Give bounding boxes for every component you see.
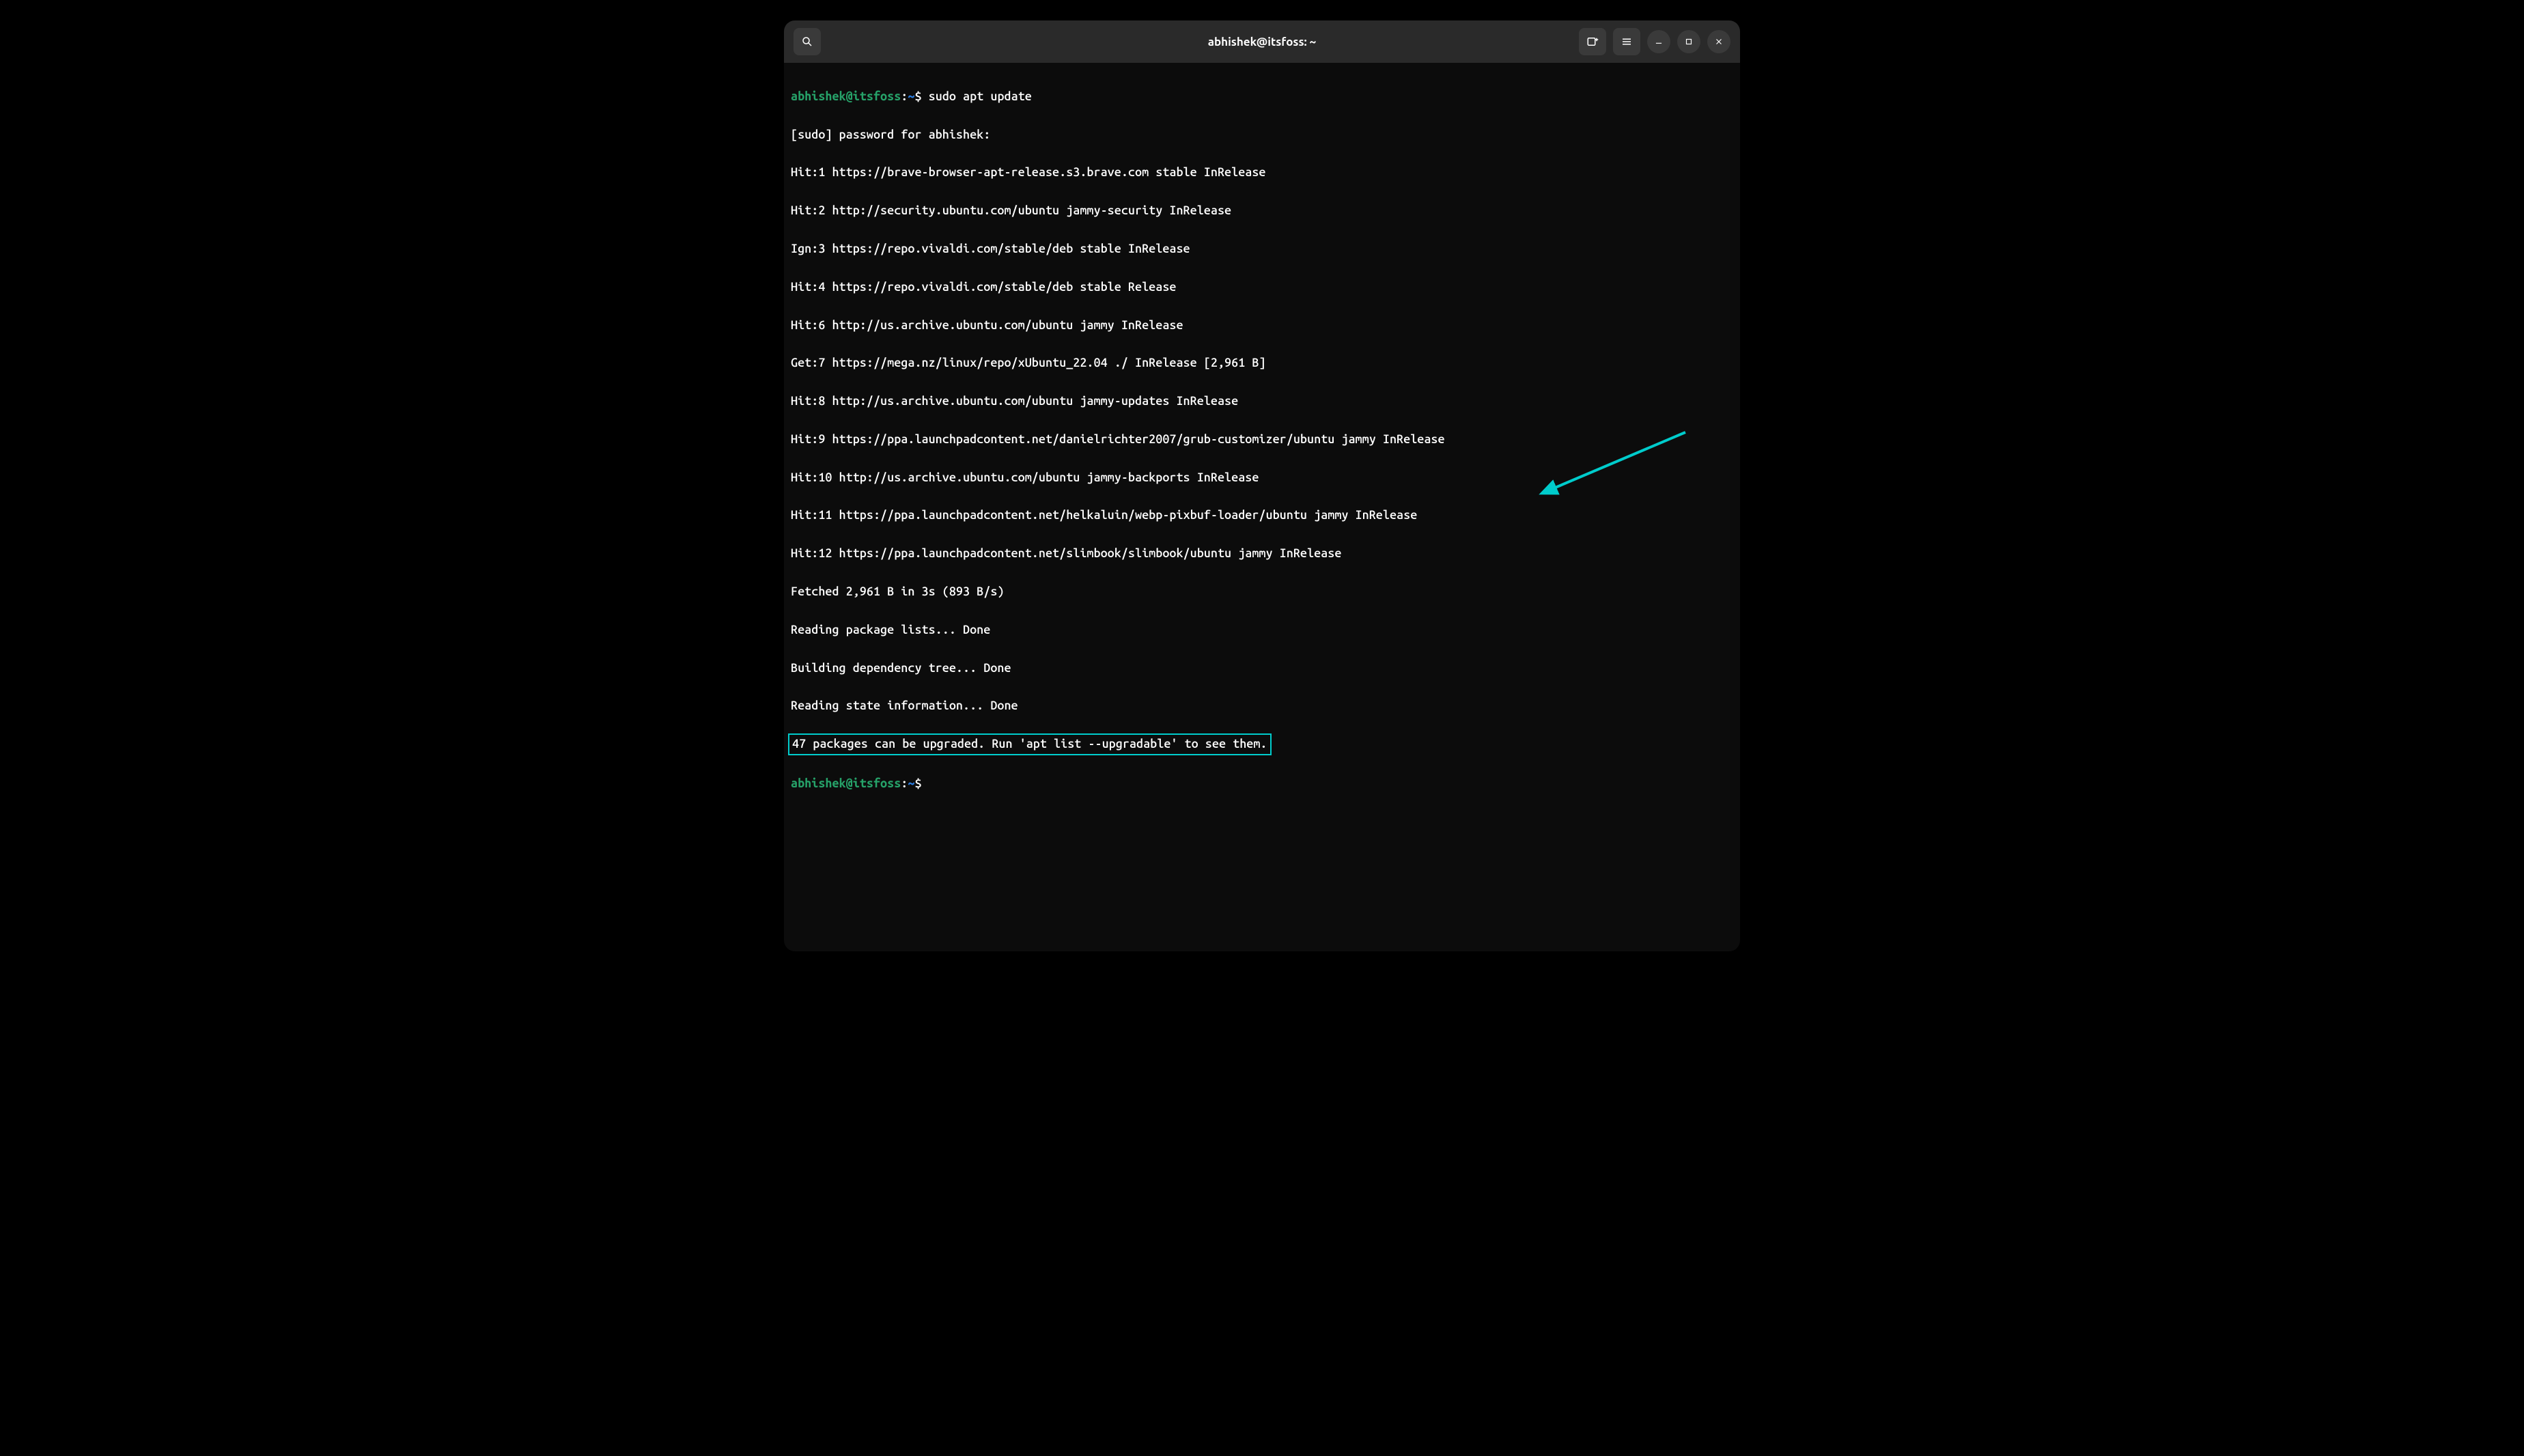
minimize-button[interactable]	[1647, 30, 1670, 53]
output-line: Hit:1 https://brave-browser-apt-release.…	[791, 163, 1733, 182]
prompt-user-host: abhishek@itsfoss	[791, 89, 901, 103]
output-line: Hit:10 http://us.archive.ubuntu.com/ubun…	[791, 468, 1733, 488]
prompt-user-host: abhishek@itsfoss	[791, 776, 901, 790]
prompt-line-1: abhishek@itsfoss:~$ sudo apt update	[791, 87, 1733, 107]
output-line: Building dependency tree... Done	[791, 659, 1733, 678]
output-line: Hit:4 https://repo.vivaldi.com/stable/de…	[791, 278, 1733, 297]
terminal-body[interactable]: abhishek@itsfoss:~$ sudo apt update [sud…	[784, 63, 1740, 951]
output-line: Get:7 https://mega.nz/linux/repo/xUbuntu…	[791, 354, 1733, 373]
annotation-arrow	[1494, 403, 1699, 522]
hamburger-menu-button[interactable]	[1613, 28, 1640, 55]
prompt-symbol: $	[914, 776, 921, 790]
output-line: Hit:11 https://ppa.launchpadcontent.net/…	[791, 506, 1733, 525]
output-line: Fetched 2,961 B in 3s (893 B/s)	[791, 583, 1733, 602]
hamburger-icon	[1621, 36, 1633, 48]
output-line: [sudo] password for abhishek:	[791, 126, 1733, 145]
highlight-box: 47 packages can be upgraded. Run 'apt li…	[788, 733, 1272, 755]
new-tab-icon	[1586, 36, 1599, 48]
maximize-icon	[1684, 37, 1694, 46]
close-button[interactable]	[1707, 30, 1730, 53]
window-title: abhishek@itsfoss: ~	[1208, 36, 1317, 48]
prompt-path: ~	[908, 89, 914, 103]
output-line: Hit:9 https://ppa.launchpadcontent.net/d…	[791, 430, 1733, 449]
output-line: Hit:12 https://ppa.launchpadcontent.net/…	[791, 544, 1733, 563]
command-text: sudo apt update	[929, 89, 1032, 103]
maximize-button[interactable]	[1677, 30, 1700, 53]
terminal-window: abhishek@itsfoss: ~ abhishek@itsfoss:~$ …	[784, 20, 1740, 951]
prompt-separator: :	[901, 776, 908, 790]
minimize-icon	[1654, 37, 1664, 46]
close-icon	[1714, 37, 1724, 46]
prompt-path: ~	[908, 776, 914, 790]
output-line: Reading package lists... Done	[791, 621, 1733, 640]
prompt-separator: :	[901, 89, 908, 103]
output-line: Reading state information... Done	[791, 697, 1733, 716]
highlighted-output-line: 47 packages can be upgraded. Run 'apt li…	[791, 735, 1733, 755]
search-button[interactable]	[794, 28, 821, 55]
prompt-line-2: abhishek@itsfoss:~$	[791, 774, 1733, 794]
output-line: Hit:6 http://us.archive.ubuntu.com/ubunt…	[791, 316, 1733, 335]
new-tab-button[interactable]	[1579, 28, 1606, 55]
output-line: Hit:8 http://us.archive.ubuntu.com/ubunt…	[791, 392, 1733, 411]
output-line: Ign:3 https://repo.vivaldi.com/stable/de…	[791, 240, 1733, 259]
prompt-symbol: $	[914, 89, 921, 103]
output-line: Hit:2 http://security.ubuntu.com/ubuntu …	[791, 201, 1733, 221]
search-icon	[801, 36, 813, 48]
titlebar: abhishek@itsfoss: ~	[784, 20, 1740, 63]
